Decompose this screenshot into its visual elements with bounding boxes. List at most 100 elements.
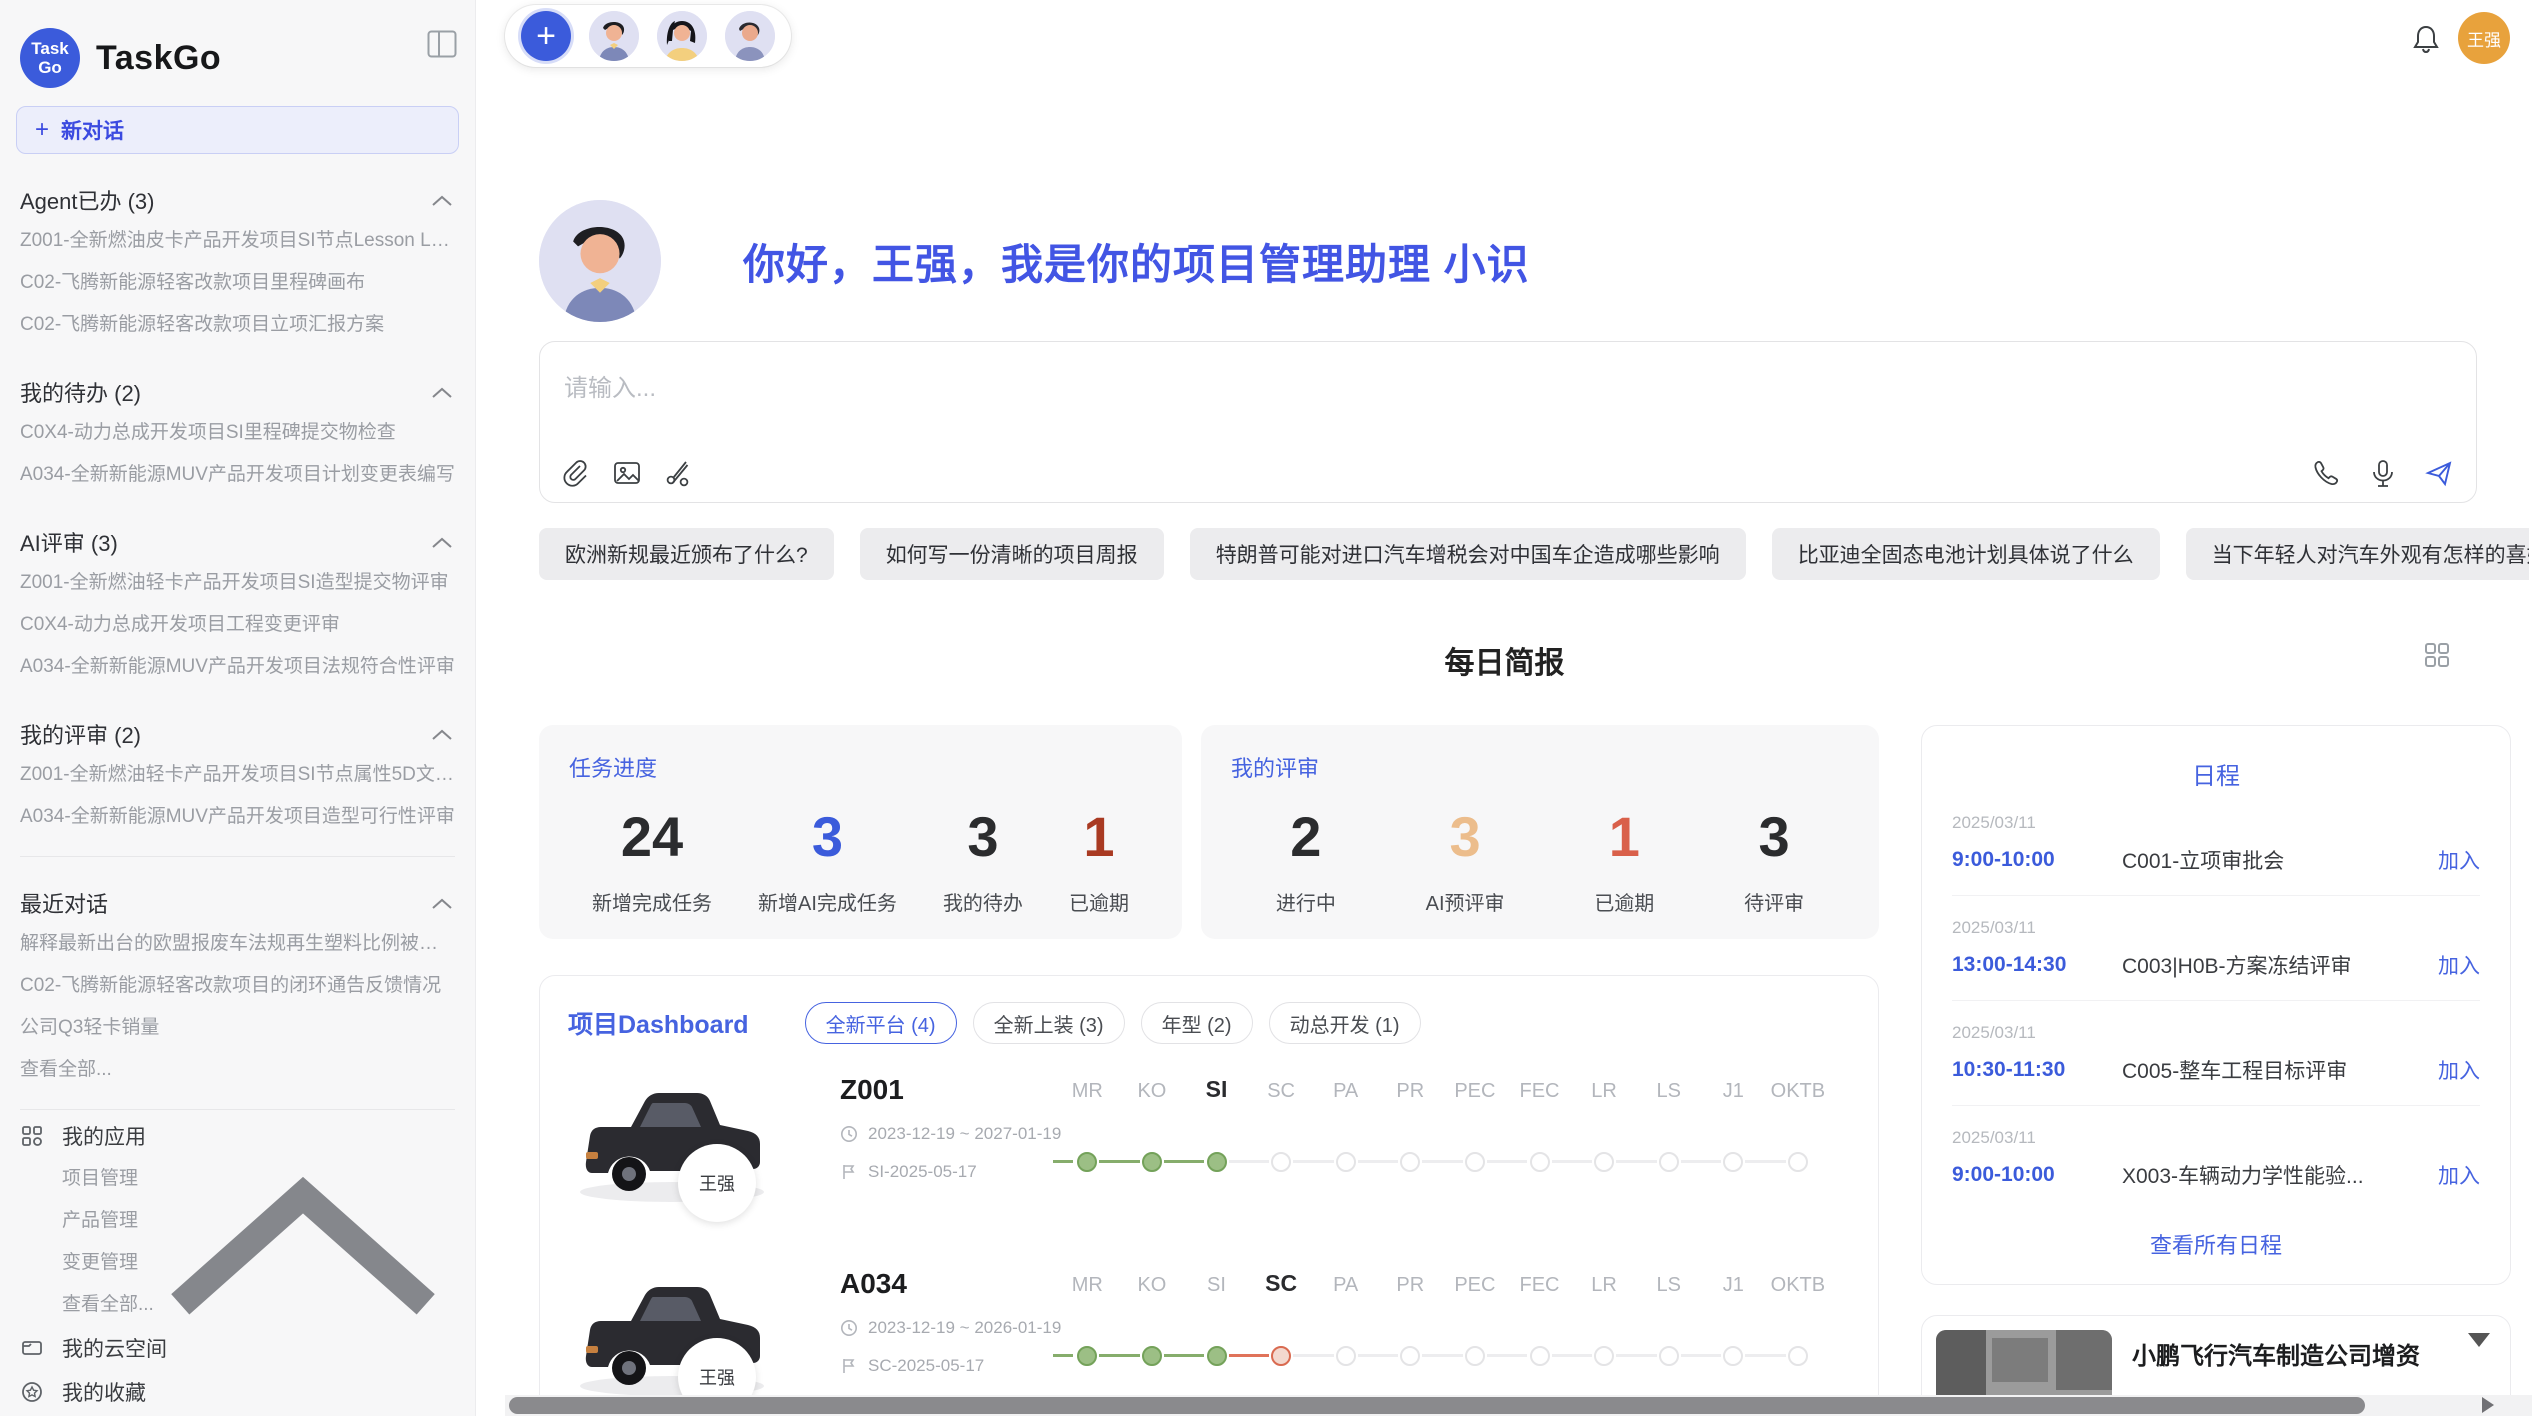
milestone-dot[interactable] [1336, 1346, 1356, 1366]
image-upload-icon[interactable] [612, 458, 642, 488]
schedule-item: 2025/03/119:00-10:00C001-立项审批会加入 [1952, 791, 2480, 896]
milestone-dot[interactable] [1271, 1152, 1291, 1172]
sidebar-task-item[interactable]: Z001-全新燃油轻卡产品开发项目SI节点属性5D文件评审 [20, 754, 455, 796]
milestone-dot[interactable] [1077, 1152, 1097, 1172]
recent-chat-item[interactable]: C02-飞腾新能源轻客改款项目的闭环通告反馈情况 [20, 965, 455, 1007]
milestone-dot[interactable] [1465, 1346, 1485, 1366]
session-avatar-3[interactable] [725, 11, 775, 61]
milestone-dot[interactable] [1077, 1346, 1097, 1366]
stat-item: 2进行中 [1276, 801, 1336, 916]
milestone-segment [1053, 1160, 1073, 1163]
join-link[interactable]: 加入 [2438, 845, 2480, 875]
layout-grid-icon[interactable] [2422, 640, 2452, 670]
voice-call-icon[interactable] [2312, 458, 2342, 488]
stat-label: 待评审 [1744, 887, 1804, 916]
dashboard-tab[interactable]: 动总开发 (1) [1269, 1002, 1421, 1044]
session-avatar-1[interactable] [589, 11, 639, 61]
grid-icon [20, 1124, 44, 1148]
milestone-dot[interactable] [1594, 1152, 1614, 1172]
clock-icon [840, 1125, 858, 1143]
sidebar-task-item[interactable]: C0X4-动力总成开发项目工程变更评审 [20, 604, 455, 646]
horizontal-scrollbar[interactable] [505, 1395, 2532, 1416]
scrollbar-right-arrow[interactable] [2482, 1397, 2494, 1413]
add-session-button[interactable]: + [521, 11, 571, 61]
recent-chat-item[interactable]: 公司Q3轻卡销量 [20, 1007, 455, 1049]
sidebar-collapse-icon[interactable] [427, 30, 457, 58]
milestone-dot[interactable] [1530, 1152, 1550, 1172]
dashboard-tabs: 全新平台 (4) 全新上装 (3) 年型 (2) 动总开发 (1) [805, 1002, 1421, 1044]
milestone-dot[interactable] [1594, 1346, 1614, 1366]
greeting-text: 你好，王强，我是你的项目管理助理 小识 [743, 231, 1530, 292]
project-info: A0342023-12-19 ~ 2026-01-19SC-2025-05-17 [840, 1268, 1061, 1376]
attachment-icon[interactable] [560, 458, 590, 488]
milestone-segment [1053, 1354, 1073, 1357]
sidebar-task-item[interactable]: C0X4-动力总成开发项目SI里程碑提交物检查 [20, 412, 455, 454]
join-link[interactable]: 加入 [2438, 950, 2480, 980]
sidebar-section-header[interactable]: 我的待办 (2) [20, 372, 455, 412]
chat-input[interactable] [540, 342, 2476, 434]
chevron-up-icon [431, 724, 453, 742]
user-avatar-badge[interactable]: 王强 [2458, 12, 2510, 64]
join-link[interactable]: 加入 [2438, 1055, 2480, 1085]
sidebar-section-header[interactable]: AI评审 (3) [20, 522, 455, 562]
join-link[interactable]: 加入 [2438, 1160, 2480, 1190]
milestone-dot[interactable] [1336, 1152, 1356, 1172]
main-area: + 王强 你好，王强，我是你的项目管理助理 小识 [477, 0, 2532, 1416]
recent-chat-item[interactable]: 查看全部... [20, 1049, 455, 1091]
sidebar-task-item[interactable]: A034-全新新能源MUV产品开发项目计划变更表编写 [20, 454, 455, 496]
milestone-dot[interactable] [1788, 1346, 1808, 1366]
session-avatar-2[interactable] [657, 11, 707, 61]
project-flag-milestone: SI-2025-05-17 [840, 1162, 1061, 1182]
milestone-label: PA [1314, 1274, 1378, 1297]
milestone-label: PEC [1443, 1080, 1507, 1103]
milestone-label: LS [1637, 1274, 1701, 1297]
microphone-icon[interactable] [2368, 458, 2398, 488]
milestone-dot[interactable] [1400, 1152, 1420, 1172]
sidebar-task-item[interactable]: A034-全新新能源MUV产品开发项目造型可行性评审 [20, 796, 455, 838]
milestone-dot[interactable] [1788, 1152, 1808, 1172]
sidebar-section-header[interactable]: 我的评审 (2) [20, 714, 455, 754]
suggestion-chip[interactable]: 特朗普可能对进口汽车增税会对中国车企造成哪些影响 [1190, 528, 1746, 580]
milestone-dot[interactable] [1530, 1346, 1550, 1366]
dashboard-tab[interactable]: 全新上装 (3) [973, 1002, 1125, 1044]
view-all-schedule-link[interactable]: 查看所有日程 [1952, 1210, 2480, 1280]
sidebar-task-item[interactable]: A034-全新新能源MUV产品开发项目法规符合性评审 [20, 646, 455, 688]
suggestion-chip[interactable]: 如何写一份清晰的项目周报 [860, 528, 1164, 580]
scrollbar-thumb[interactable] [509, 1397, 2365, 1414]
milestone-dot[interactable] [1142, 1152, 1162, 1172]
milestone-segment [1164, 1160, 1205, 1163]
sidebar-task-item[interactable]: C02-飞腾新能源轻客改款项目立项汇报方案 [20, 304, 455, 346]
sidebar-header: Task Go TaskGo [0, 0, 475, 100]
milestone-dot[interactable] [1142, 1346, 1162, 1366]
recent-chats-header[interactable]: 最近对话 [20, 883, 455, 923]
milestone-dot[interactable] [1400, 1346, 1420, 1366]
milestone-dot[interactable] [1723, 1152, 1743, 1172]
suggestion-chip[interactable]: 欧洲新规最近颁布了什么? [539, 528, 834, 580]
sidebar-section-header[interactable]: Agent已办 (3) [20, 180, 455, 220]
dashboard-tab[interactable]: 年型 (2) [1141, 1002, 1253, 1044]
milestone-dot[interactable] [1659, 1346, 1679, 1366]
milestone-dot[interactable] [1723, 1346, 1743, 1366]
send-icon[interactable] [2424, 458, 2454, 488]
milestone-dot[interactable] [1271, 1346, 1291, 1366]
milestone-dot[interactable] [1207, 1152, 1227, 1172]
scroll-down-indicator[interactable] [2468, 1333, 2490, 1347]
chevron-up-icon [431, 382, 453, 400]
notifications-bell-icon[interactable] [2412, 24, 2440, 54]
sidebar-item-favorites[interactable]: 我的收藏 [20, 1370, 455, 1414]
suggestion-chip[interactable]: 比亚迪全固态电池计划具体说了什么 [1772, 528, 2160, 580]
dashboard-tab[interactable]: 全新平台 (4) [805, 1002, 957, 1044]
screenshot-scissors-icon[interactable] [664, 458, 694, 488]
milestone-dot[interactable] [1207, 1346, 1227, 1366]
milestone-dot[interactable] [1659, 1152, 1679, 1172]
recent-chat-item[interactable]: 解释最新出台的欧盟报废车法规再生塑料比例被调至15%... [20, 923, 455, 965]
new-chat-button[interactable]: + 新对话 [16, 106, 459, 154]
sidebar-item-cloud-space[interactable]: 我的云空间 [20, 1326, 455, 1370]
sidebar-task-item[interactable]: Z001-全新燃油轻卡产品开发项目SI造型提交物评审 [20, 562, 455, 604]
suggestion-chip[interactable]: 当下年轻人对汽车外观有怎样的喜好趋势 [2186, 528, 2529, 580]
milestone-dot[interactable] [1465, 1152, 1485, 1172]
sidebar-item-my-apps[interactable]: 我的应用 [20, 1114, 455, 1158]
sidebar-task-item[interactable]: C02-飞腾新能源轻客改款项目里程碑画布 [20, 262, 455, 304]
chevron-up-icon [431, 893, 453, 911]
sidebar-task-item[interactable]: Z001-全新燃油皮卡产品开发项目SI节点Lesson Learn报告 [20, 220, 455, 262]
